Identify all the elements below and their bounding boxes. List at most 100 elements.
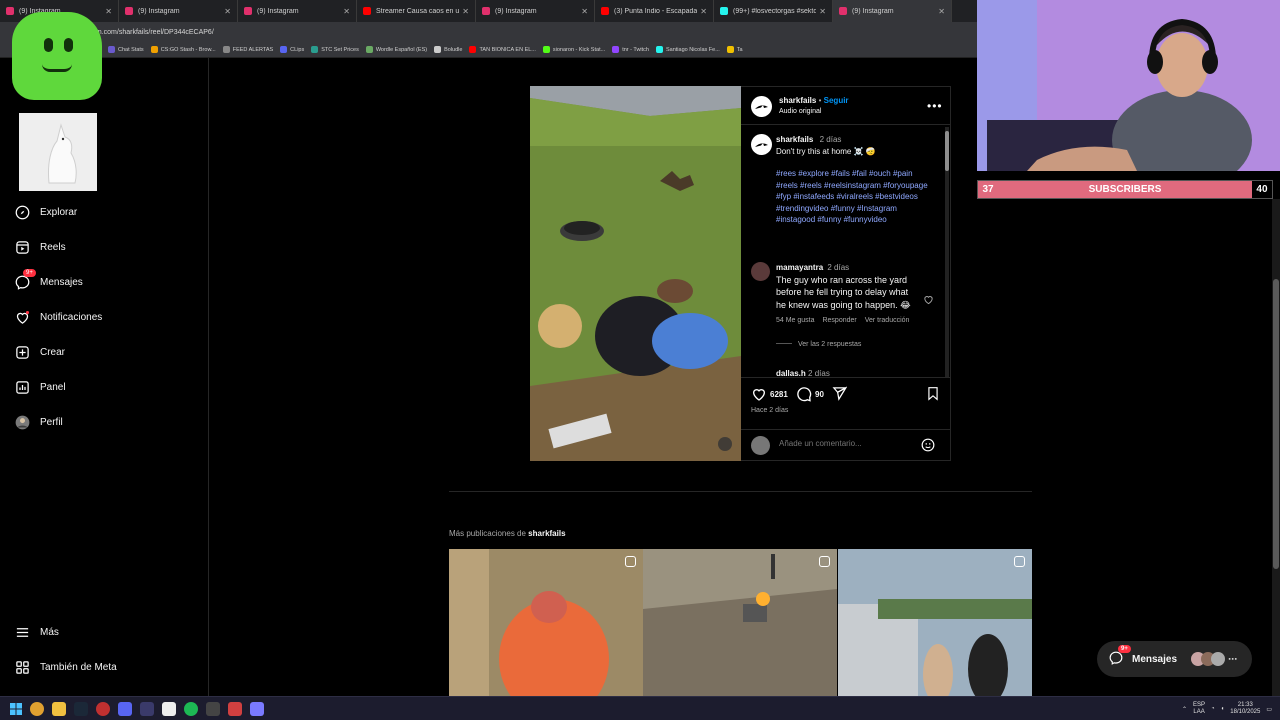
bookmark-item[interactable]: FEED ALERTAS xyxy=(222,46,273,53)
close-icon[interactable]: ✕ xyxy=(819,7,826,16)
next-comment-username[interactable]: dallas.h xyxy=(776,369,806,377)
subs-goal: 40 xyxy=(1251,181,1272,198)
more-posts-heading: Más publicaciones de sharkfails xyxy=(449,529,566,538)
bookmark-label: Wordle Español (ES) xyxy=(375,46,428,53)
chrome-icon[interactable] xyxy=(30,701,44,716)
more-post-thumb[interactable] xyxy=(643,549,837,696)
sidebar-item-perfil[interactable]: Perfil xyxy=(14,414,63,430)
browser-tab[interactable]: (9) Instagram ✕ xyxy=(119,0,238,22)
meta-grid-icon xyxy=(14,659,30,675)
close-icon[interactable]: ✕ xyxy=(700,7,707,16)
notifications-icon[interactable]: ▭ xyxy=(1266,706,1272,713)
emoji-icon[interactable] xyxy=(921,438,935,457)
url-text[interactable]: am.com/sharkfails/reel/DP344cECAP6/ xyxy=(92,29,214,36)
obs-icon[interactable] xyxy=(162,701,176,716)
follow-button[interactable]: Seguir xyxy=(824,96,849,105)
clock[interactable]: 21:33 18/10/2025 xyxy=(1230,702,1260,716)
close-icon[interactable]: ✕ xyxy=(938,7,945,16)
bookmark-item[interactable]: STC Set Prices xyxy=(311,46,359,53)
comment-like-icon[interactable] xyxy=(923,292,934,310)
bookmark-item[interactable]: Wordle Español (ES) xyxy=(365,46,428,53)
like-button[interactable]: 6281 xyxy=(751,386,788,402)
comment-button[interactable]: 90 xyxy=(796,386,824,402)
bookmark-favicon-icon xyxy=(222,46,230,53)
close-icon[interactable]: ✕ xyxy=(105,7,112,16)
bookmark-item[interactable]: sionaron - Kick Stat... xyxy=(542,46,605,53)
bookmark-item[interactable]: Boludle xyxy=(434,46,462,53)
close-icon[interactable]: ✕ xyxy=(224,7,231,16)
app-icon[interactable] xyxy=(250,701,264,716)
more-posts-username[interactable]: sharkfails xyxy=(528,529,565,538)
reel-video[interactable] xyxy=(530,86,741,461)
sidebar-item-tambien-de-meta[interactable]: También de Meta xyxy=(14,659,117,675)
close-icon[interactable]: ✕ xyxy=(343,7,350,16)
caption-username[interactable]: sharkfails xyxy=(776,135,813,144)
sidebar-item-crear[interactable]: Crear xyxy=(14,344,65,360)
save-button[interactable] xyxy=(926,386,940,401)
chart-icon xyxy=(14,379,30,395)
bookmark-item[interactable]: Ta xyxy=(726,46,743,53)
bookmark-item[interactable]: TAN BIONICA EN EL... xyxy=(469,46,536,53)
discord-icon[interactable] xyxy=(118,701,132,716)
volume-icon[interactable]: ◖ xyxy=(1221,706,1225,712)
tab-favicon-icon xyxy=(601,7,609,15)
post-username[interactable]: sharkfails xyxy=(779,96,816,105)
plus-square-icon xyxy=(14,344,30,360)
reply-button[interactable]: Responder xyxy=(822,317,856,324)
app-icon[interactable] xyxy=(140,701,154,716)
comment-input[interactable] xyxy=(779,439,909,448)
comment-username[interactable]: mamayantra xyxy=(776,263,823,272)
view-replies-button[interactable]: Ver las 2 respuestas xyxy=(798,341,861,348)
more-post-thumb[interactable] xyxy=(838,549,1032,696)
sidebar-item-mensajes[interactable]: 9+ Mensajes xyxy=(14,269,83,290)
translate-button[interactable]: Ver traducción xyxy=(865,317,910,324)
bookmark-label: STC Set Prices xyxy=(321,46,359,53)
more-options-icon[interactable]: ••• xyxy=(927,99,943,113)
messages-floating-button[interactable]: 9+ Mensajes ⋯ xyxy=(1097,641,1252,677)
chevron-up-icon[interactable]: ⌃ xyxy=(1182,706,1187,713)
close-icon[interactable]: ✕ xyxy=(462,7,469,16)
app-icon[interactable] xyxy=(96,701,110,716)
sidebar-item-label: Reels xyxy=(40,241,66,253)
address-bar[interactable]: am.com/sharkfails/reel/DP344cECAP6/ xyxy=(0,22,977,42)
file-explorer-icon[interactable] xyxy=(52,701,66,716)
bookmark-item[interactable]: CS:GO Stash - Brow... xyxy=(150,46,216,53)
sidebar-item-panel[interactable]: Panel xyxy=(14,379,66,395)
app-icon[interactable] xyxy=(228,701,242,716)
more-post-thumb[interactable] xyxy=(449,549,643,696)
spotify-icon[interactable] xyxy=(184,701,198,716)
wifi-icon[interactable]: ◔ xyxy=(1211,706,1215,712)
browser-tab[interactable]: (9) Instagram ✕ xyxy=(833,0,952,22)
sidebar-item-notificaciones[interactable]: Notificaciones xyxy=(14,309,102,325)
comments-scrollbar[interactable] xyxy=(945,127,949,377)
caption-hashtags[interactable]: #rees #explore #fails #fail #ouch #pain … xyxy=(776,168,936,226)
browser-tab[interactable]: (9) Instagram ✕ xyxy=(476,0,595,22)
browser-tab[interactable]: (3) Punta Indio - Escapada de d✕ xyxy=(595,0,714,22)
bookmark-item[interactable]: tnr - Twitch xyxy=(612,46,649,53)
sidebar-item-mas[interactable]: Más xyxy=(14,624,59,640)
bookmark-favicon-icon xyxy=(311,46,319,53)
language-indicator[interactable]: ESP LAA xyxy=(1193,702,1205,716)
audio-label[interactable]: Audio original xyxy=(779,108,821,115)
windows-start-icon[interactable] xyxy=(10,702,22,715)
comment-icon xyxy=(797,387,812,402)
share-button[interactable] xyxy=(832,386,847,401)
bookmark-item[interactable]: Chat Stats xyxy=(108,46,144,53)
bookmark-item[interactable]: CLips xyxy=(280,46,304,53)
commenter-avatar[interactable] xyxy=(751,262,770,281)
browser-tab[interactable]: Streamer Causa caos en una ca✕ xyxy=(357,0,476,22)
app-icon[interactable] xyxy=(206,701,220,716)
sidebar-item-explorar[interactable]: Explorar xyxy=(14,204,77,220)
browser-tab[interactable]: (9) Instagram ✕ xyxy=(238,0,357,22)
sidebar-item-reels[interactable]: Reels xyxy=(14,239,66,255)
steam-icon[interactable] xyxy=(74,701,88,716)
reel-icon xyxy=(625,556,636,567)
bookmark-label: CLips xyxy=(290,46,305,53)
close-icon[interactable]: ✕ xyxy=(581,7,588,16)
shark-avatar-icon[interactable] xyxy=(751,96,772,117)
page-scrollbar[interactable] xyxy=(1272,199,1280,696)
browser-tab[interactable]: (99+) #losvectorgas #sektor ✕ xyxy=(714,0,833,22)
comment-likes[interactable]: 54 Me gusta xyxy=(776,317,815,324)
bookmark-item[interactable]: Santiago Nicolas Fe... xyxy=(655,46,720,53)
caption-avatar-icon[interactable] xyxy=(751,134,772,155)
